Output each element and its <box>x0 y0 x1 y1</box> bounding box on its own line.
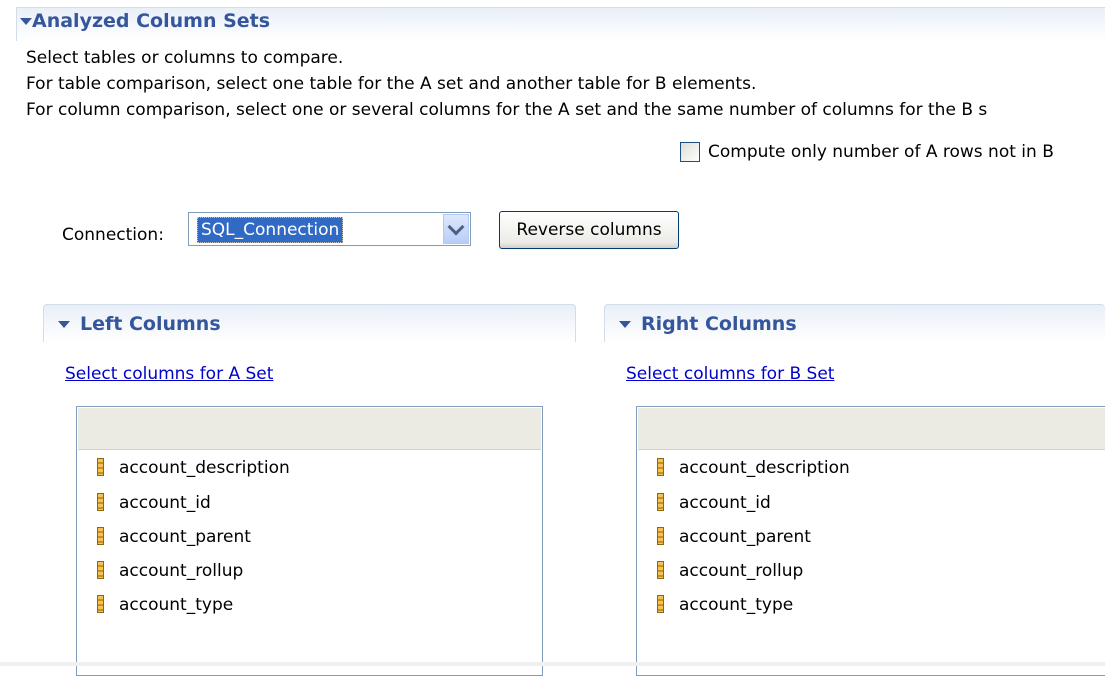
list-item[interactable]: account_rollup <box>657 556 803 586</box>
description-line-1: Select tables or columns to compare. <box>26 48 344 68</box>
list-header <box>78 408 541 450</box>
list-item[interactable]: account_rollup <box>97 556 243 586</box>
column-name: account_description <box>119 458 290 478</box>
column-name: account_id <box>679 493 771 513</box>
chevron-down-icon <box>447 218 465 236</box>
table-column-icon <box>97 493 104 511</box>
column-name: account_type <box>119 595 234 615</box>
bottom-separator <box>0 662 1105 666</box>
column-name: account_parent <box>119 527 251 547</box>
list-item[interactable]: account_type <box>657 590 793 620</box>
list-item[interactable]: account_parent <box>657 522 811 552</box>
left-columns-title[interactable]: Left Columns <box>80 313 221 335</box>
combo-dropdown-button[interactable] <box>443 214 469 244</box>
list-item[interactable]: account_id <box>97 488 211 518</box>
list-header <box>638 408 1105 450</box>
list-item[interactable]: account_description <box>97 453 290 483</box>
connection-label: Connection: <box>62 225 164 245</box>
table-column-icon <box>97 527 104 545</box>
chevron-down-icon[interactable] <box>619 321 631 328</box>
chevron-down-icon[interactable] <box>20 18 32 25</box>
reverse-columns-button[interactable]: Reverse columns <box>499 211 679 249</box>
chevron-down-icon[interactable] <box>58 321 70 328</box>
right-columns-list[interactable]: account_description account_id account_p… <box>636 406 1105 676</box>
list-item[interactable]: account_id <box>657 488 771 518</box>
table-column-icon <box>657 595 664 613</box>
column-name: account_rollup <box>119 561 244 581</box>
column-name: account_type <box>679 595 794 615</box>
table-column-icon <box>657 458 664 476</box>
connection-combo[interactable]: SQL_Connection <box>188 212 471 246</box>
compute-only-label[interactable]: Compute only number of A rows not in B <box>708 142 1054 162</box>
table-column-icon <box>657 493 664 511</box>
list-item[interactable]: account_description <box>657 453 850 483</box>
list-item[interactable]: account_parent <box>97 522 251 552</box>
column-name: account_rollup <box>679 561 804 581</box>
column-name: account_id <box>119 493 211 513</box>
left-columns-list[interactable]: account_description account_id account_p… <box>76 406 543 676</box>
table-column-icon <box>657 561 664 579</box>
column-name: account_description <box>679 458 850 478</box>
list-item[interactable]: account_type <box>97 590 233 620</box>
right-columns-title[interactable]: Right Columns <box>641 313 797 335</box>
column-name: account_parent <box>679 527 811 547</box>
table-column-icon <box>657 527 664 545</box>
section-title[interactable]: Analyzed Column Sets <box>32 10 270 32</box>
table-column-icon <box>97 595 104 613</box>
description-line-2: For table comparison, select one table f… <box>26 74 757 94</box>
select-b-set-link[interactable]: Select columns for B Set <box>626 364 834 384</box>
table-column-icon <box>97 561 104 579</box>
description-line-3: For column comparison, select one or sev… <box>26 100 988 120</box>
connection-value: SQL_Connection <box>197 217 344 243</box>
compute-only-checkbox[interactable] <box>680 142 700 162</box>
table-column-icon <box>97 458 104 476</box>
select-a-set-link[interactable]: Select columns for A Set <box>65 364 273 384</box>
